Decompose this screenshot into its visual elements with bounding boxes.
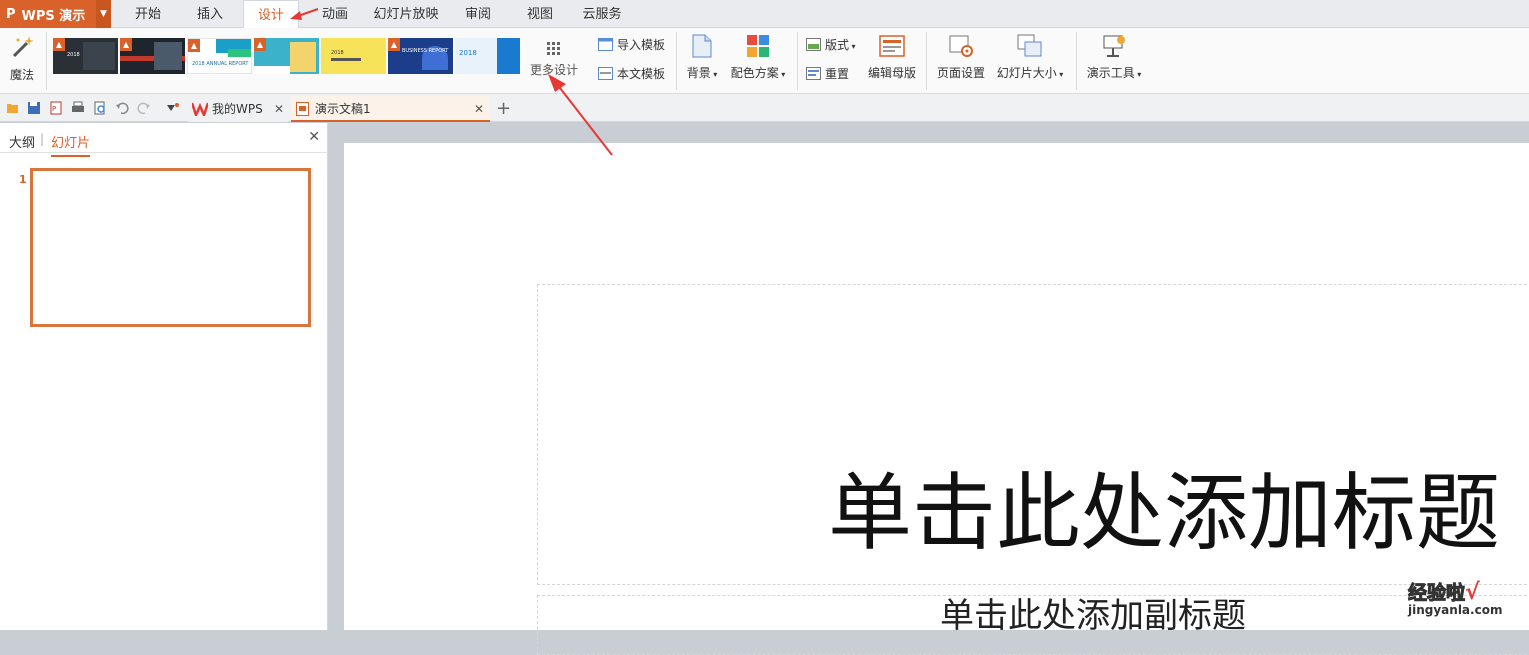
tab-outline[interactable]: 大纲 xyxy=(9,132,35,151)
presentation-tools-button[interactable]: 演示工具 ▾ xyxy=(1082,34,1146,90)
page-setup-icon xyxy=(949,35,973,57)
slide-size-button[interactable]: 幻灯片大小 ▾ xyxy=(992,34,1068,90)
ribbon-separator xyxy=(1076,32,1077,90)
template-badge-icon: ▲ xyxy=(188,39,200,52)
quick-access-bar: P 我的WPS ✕ 演示文稿1 ✕ + xyxy=(0,94,1529,122)
close-panel-icon[interactable]: ✕ xyxy=(308,129,320,145)
more-design-button[interactable]: 更多设计 xyxy=(526,42,582,82)
template-import-icon xyxy=(598,38,613,51)
magic-button[interactable]: 魔法 xyxy=(4,34,40,90)
new-tab-button[interactable]: + xyxy=(496,96,511,122)
svg-text:P: P xyxy=(52,105,56,113)
subtitle-placeholder[interactable]: 单击此处添加副标题 xyxy=(537,595,1529,655)
import-template-button[interactable]: 导入模板 xyxy=(598,36,665,53)
layout-button[interactable]: 版式 ▾ xyxy=(806,36,856,53)
wps-w-icon xyxy=(192,102,208,116)
color-scheme-icon xyxy=(747,35,769,57)
template-thumbnail[interactable]: 2018 xyxy=(455,38,520,74)
open-folder-icon[interactable] xyxy=(6,101,20,115)
color-scheme-button[interactable]: 配色方案 ▾ xyxy=(726,34,790,90)
close-tab-icon[interactable]: ✕ xyxy=(474,96,484,122)
reset-button[interactable]: 重置 xyxy=(806,65,849,82)
template-badge-icon: ▲ xyxy=(53,38,65,51)
tab-insert[interactable]: 插入 xyxy=(184,0,236,28)
dropdown-arrow-icon: ▾ xyxy=(849,42,856,51)
presentation-tools-icon xyxy=(1103,35,1125,57)
subtitle-placeholder-text: 单击此处添加副标题 xyxy=(940,596,1246,636)
save-icon[interactable] xyxy=(27,101,41,115)
slide-canvas: 单击此处添加标题 单击此处添加副标题 xyxy=(344,143,1529,655)
dropdown-arrow-icon: ▾ xyxy=(1134,70,1142,79)
more-design-label: 更多设计 xyxy=(529,63,578,77)
title-placeholder[interactable]: 单击此处添加标题 xyxy=(537,284,1529,585)
layout-icon xyxy=(806,38,821,51)
presentation-doc-icon xyxy=(296,102,309,116)
tab-slideshow[interactable]: 幻灯片放映 xyxy=(370,0,442,28)
edit-master-button[interactable]: 编辑母版 xyxy=(862,34,922,90)
tab-review[interactable]: 审阅 xyxy=(452,0,504,28)
slide-panel: 大纲 | 幻灯片 ✕ 1 xyxy=(0,123,328,630)
tab-slides[interactable]: 幻灯片 xyxy=(51,132,91,157)
print-icon[interactable] xyxy=(71,101,85,115)
close-tab-icon[interactable]: ✕ xyxy=(274,96,284,122)
slide-number: 1 xyxy=(19,173,27,186)
print-preview-icon[interactable] xyxy=(93,101,107,115)
magic-wand-icon xyxy=(12,36,34,58)
panel-tabs: 大纲 | 幻灯片 ✕ xyxy=(0,123,328,157)
tab-animation[interactable]: 动画 xyxy=(309,0,361,28)
grid-icon xyxy=(547,42,560,55)
this-template-button[interactable]: 本文模板 xyxy=(598,65,665,82)
app-menu-button[interactable]: P WPS 演示 xyxy=(0,0,96,28)
template-badge-icon: ▲ xyxy=(120,38,132,51)
dropdown-arrow-icon: ▾ xyxy=(1056,70,1064,79)
slide-size-icon xyxy=(1017,34,1042,57)
ribbon-separator xyxy=(926,32,927,90)
tab-cloud[interactable]: 云服务 xyxy=(576,0,628,28)
tab-design[interactable]: 设计 xyxy=(243,0,299,29)
tab-divider: | xyxy=(40,132,45,146)
page-setup-button[interactable]: 页面设置 xyxy=(932,34,990,90)
tab-home[interactable]: 开始 xyxy=(122,0,174,28)
watermark: 经验啦√ jingyanla.com xyxy=(1407,580,1503,617)
template-thumbnail[interactable]: 2018 xyxy=(321,38,386,74)
tab-my-wps[interactable]: 我的WPS ✕ xyxy=(188,96,288,122)
app-name: WPS 演示 xyxy=(21,8,86,24)
app-menu-dropdown-icon[interactable]: ▼ xyxy=(96,0,111,28)
template-badge-icon: ▲ xyxy=(388,38,400,51)
slide-thumbnail[interactable] xyxy=(30,168,311,327)
dropdown-arrow-icon: ▾ xyxy=(778,70,786,79)
template-icon xyxy=(598,67,613,80)
template-badge-icon: ▲ xyxy=(254,38,266,51)
template-thumbnail[interactable]: ▲ xyxy=(120,38,185,74)
ribbon-separator xyxy=(46,32,47,90)
reset-icon xyxy=(806,67,821,80)
template-thumbnail[interactable]: ▲ 2018 xyxy=(53,38,118,74)
dropdown-arrow-icon: ▾ xyxy=(710,70,718,79)
redo-icon[interactable] xyxy=(137,101,151,115)
ribbon: 魔法 ▲ 2018 ▲ ▲ 2018 ANNUAL REPORT ▲ 2018 … xyxy=(0,28,1529,94)
ribbon-separator xyxy=(797,32,798,90)
magic-label: 魔法 xyxy=(9,68,34,82)
menu-bar: P WPS 演示 ▼ 开始 插入 设计 动画 幻灯片放映 审阅 视图 云服务 xyxy=(0,0,1529,29)
template-thumbnail[interactable]: ▲ 2018 ANNUAL REPORT xyxy=(187,38,252,74)
ribbon-separator xyxy=(676,32,677,90)
template-thumbnail[interactable]: ▲ BUSINESS REPORT xyxy=(388,38,453,74)
customize-toolbar-icon[interactable] xyxy=(166,101,180,115)
tab-presentation-1[interactable]: 演示文稿1 ✕ xyxy=(291,96,490,122)
background-button[interactable]: 背景 ▾ xyxy=(682,34,722,90)
template-thumbnail[interactable]: ▲ xyxy=(254,38,319,74)
background-icon xyxy=(692,34,712,58)
slide-master-icon xyxy=(879,35,905,57)
undo-icon[interactable] xyxy=(115,101,129,115)
export-pdf-icon[interactable]: P xyxy=(49,101,63,115)
title-placeholder-text: 单击此处添加标题 xyxy=(827,464,1500,562)
wps-logo-icon: P xyxy=(6,6,16,22)
tab-view[interactable]: 视图 xyxy=(514,0,566,28)
